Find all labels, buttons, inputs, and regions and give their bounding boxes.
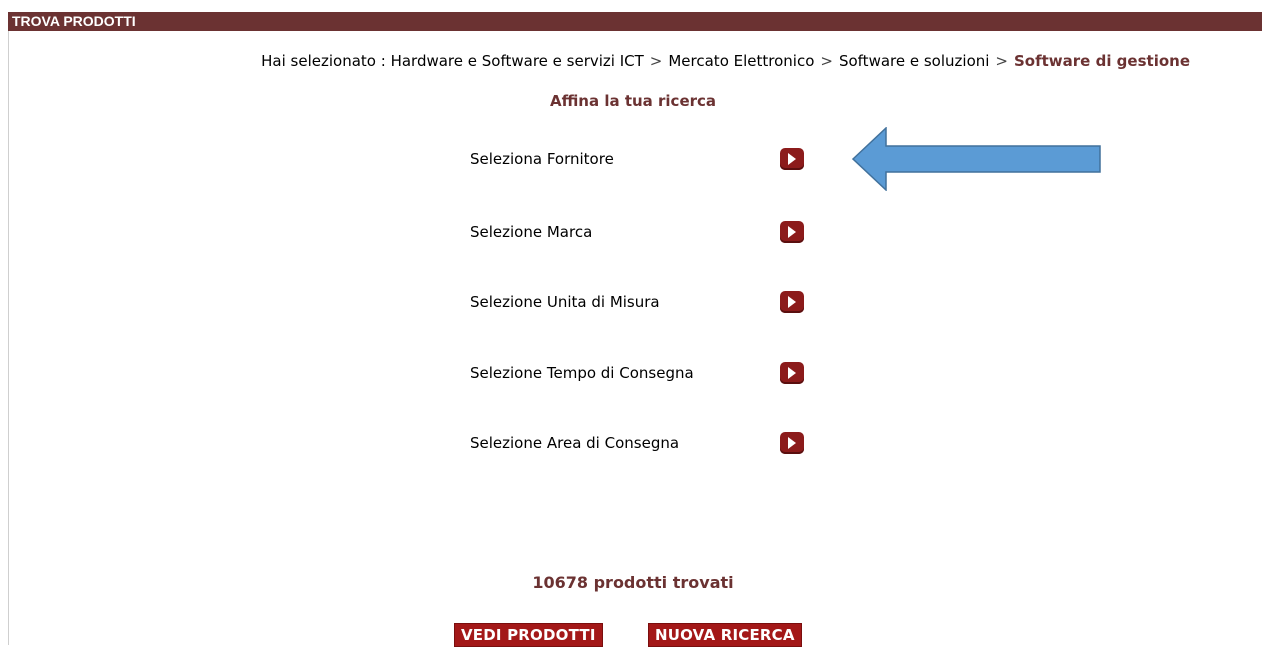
select-fornitore-button[interactable]	[780, 148, 804, 170]
breadcrumb-current: Software di gestione	[1014, 52, 1190, 70]
select-tempo-button[interactable]	[780, 362, 804, 384]
breadcrumb-item[interactable]: Software e soluzioni	[839, 52, 989, 70]
left-border	[8, 31, 9, 645]
play-arrow-icon	[788, 296, 796, 308]
play-arrow-icon	[788, 437, 796, 449]
view-products-button[interactable]: VEDI PRODOTTI	[454, 623, 603, 647]
filter-label: Selezione Area di Consegna	[470, 434, 680, 452]
filter-label: Selezione Tempo di Consegna	[470, 364, 694, 382]
breadcrumb-item[interactable]: Mercato Elettronico	[668, 52, 814, 70]
select-marca-button[interactable]	[780, 221, 804, 243]
refine-title: Affina la tua ricerca	[549, 92, 717, 110]
breadcrumb-separator: >	[820, 52, 833, 70]
left-arrow-callout-icon	[852, 127, 1101, 191]
select-unita-button[interactable]	[780, 291, 804, 313]
play-arrow-icon	[788, 153, 796, 165]
breadcrumb-prefix: Hai selezionato :	[261, 52, 386, 70]
play-arrow-icon	[788, 226, 796, 238]
results-count: 10678 prodotti trovati	[532, 573, 734, 592]
breadcrumb-item[interactable]: Hardware e Software e servizi ICT	[391, 52, 644, 70]
filter-label: Selezione Unita di Misura	[470, 293, 660, 311]
play-arrow-icon	[788, 367, 796, 379]
breadcrumb: Hai selezionato : Hardware e Software e …	[261, 49, 1190, 73]
select-area-button[interactable]	[780, 432, 804, 454]
breadcrumb-separator: >	[649, 52, 663, 70]
filter-label: Selezione Marca	[470, 223, 593, 241]
section-header: TROVA PRODOTTI	[8, 12, 1262, 31]
breadcrumb-separator: >	[995, 52, 1008, 70]
new-search-button[interactable]: NUOVA RICERCA	[648, 623, 802, 647]
filter-label: Seleziona Fornitore	[470, 150, 614, 168]
